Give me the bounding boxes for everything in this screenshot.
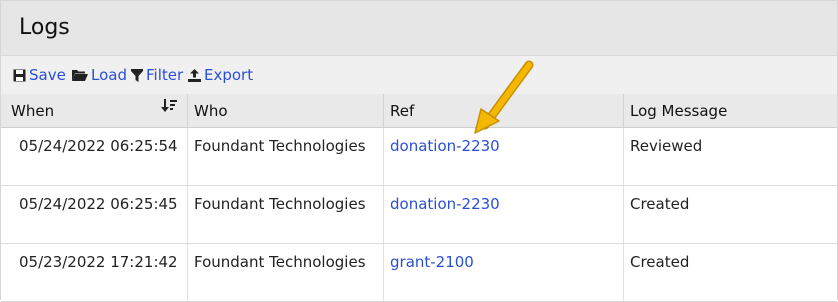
- save-icon: [13, 69, 26, 82]
- logs-panel: Logs Save Load Filter Export When Who Re…: [0, 0, 838, 302]
- filter-label: Filter: [146, 66, 184, 84]
- ref-link[interactable]: donation-2230: [390, 193, 500, 216]
- column-header-ref[interactable]: Ref: [390, 102, 414, 120]
- export-button[interactable]: Export: [188, 66, 253, 84]
- table-row[interactable]: 05/23/2022 17:21:42 Foundant Technologie…: [1, 244, 837, 302]
- page-title: Logs: [19, 15, 70, 40]
- column-divider: [383, 186, 384, 243]
- column-divider: [623, 94, 624, 127]
- export-icon: [188, 68, 201, 82]
- column-divider: [383, 244, 384, 301]
- cell-log-message: Reviewed: [630, 137, 703, 155]
- cell-who: Foundant Technologies: [194, 253, 366, 271]
- table-header: When Who Ref Log Message: [1, 94, 837, 128]
- table-row[interactable]: 05/24/2022 06:25:45 Foundant Technologie…: [1, 186, 837, 244]
- filter-button[interactable]: Filter: [131, 66, 183, 84]
- title-bar: Logs: [1, 1, 837, 56]
- sort-descending-icon[interactable]: [161, 99, 177, 118]
- save-button[interactable]: Save: [13, 66, 66, 84]
- column-divider: [187, 94, 188, 127]
- export-label: Export: [204, 66, 254, 84]
- column-divider: [623, 186, 624, 243]
- column-divider: [187, 128, 188, 185]
- column-divider: [383, 128, 384, 185]
- column-divider: [383, 94, 384, 127]
- cell-when: 05/24/2022 06:25:54: [19, 137, 178, 155]
- cell-log-message: Created: [630, 253, 690, 271]
- cell-log-message: Created: [630, 195, 690, 213]
- cell-who: Foundant Technologies: [194, 137, 366, 155]
- table-row[interactable]: 05/24/2022 06:25:54 Foundant Technologie…: [1, 128, 837, 186]
- filter-icon: [131, 68, 143, 82]
- column-header-log-message[interactable]: Log Message: [630, 102, 727, 120]
- toolbar: Save Load Filter Export: [1, 56, 837, 95]
- save-label: Save: [29, 66, 66, 84]
- column-header-when[interactable]: When: [11, 102, 54, 120]
- cell-when: 05/24/2022 06:25:45: [19, 195, 178, 213]
- column-divider: [623, 128, 624, 185]
- column-divider: [623, 244, 624, 301]
- column-divider: [187, 186, 188, 243]
- column-header-who[interactable]: Who: [194, 102, 228, 120]
- load-label: Load: [91, 66, 127, 84]
- folder-open-icon: [72, 69, 88, 82]
- cell-when: 05/23/2022 17:21:42: [19, 253, 178, 271]
- load-button[interactable]: Load: [72, 66, 127, 84]
- arrow-annotation-icon: [471, 59, 537, 141]
- cell-who: Foundant Technologies: [194, 195, 366, 213]
- ref-link[interactable]: grant-2100: [390, 251, 474, 274]
- column-divider: [187, 244, 188, 301]
